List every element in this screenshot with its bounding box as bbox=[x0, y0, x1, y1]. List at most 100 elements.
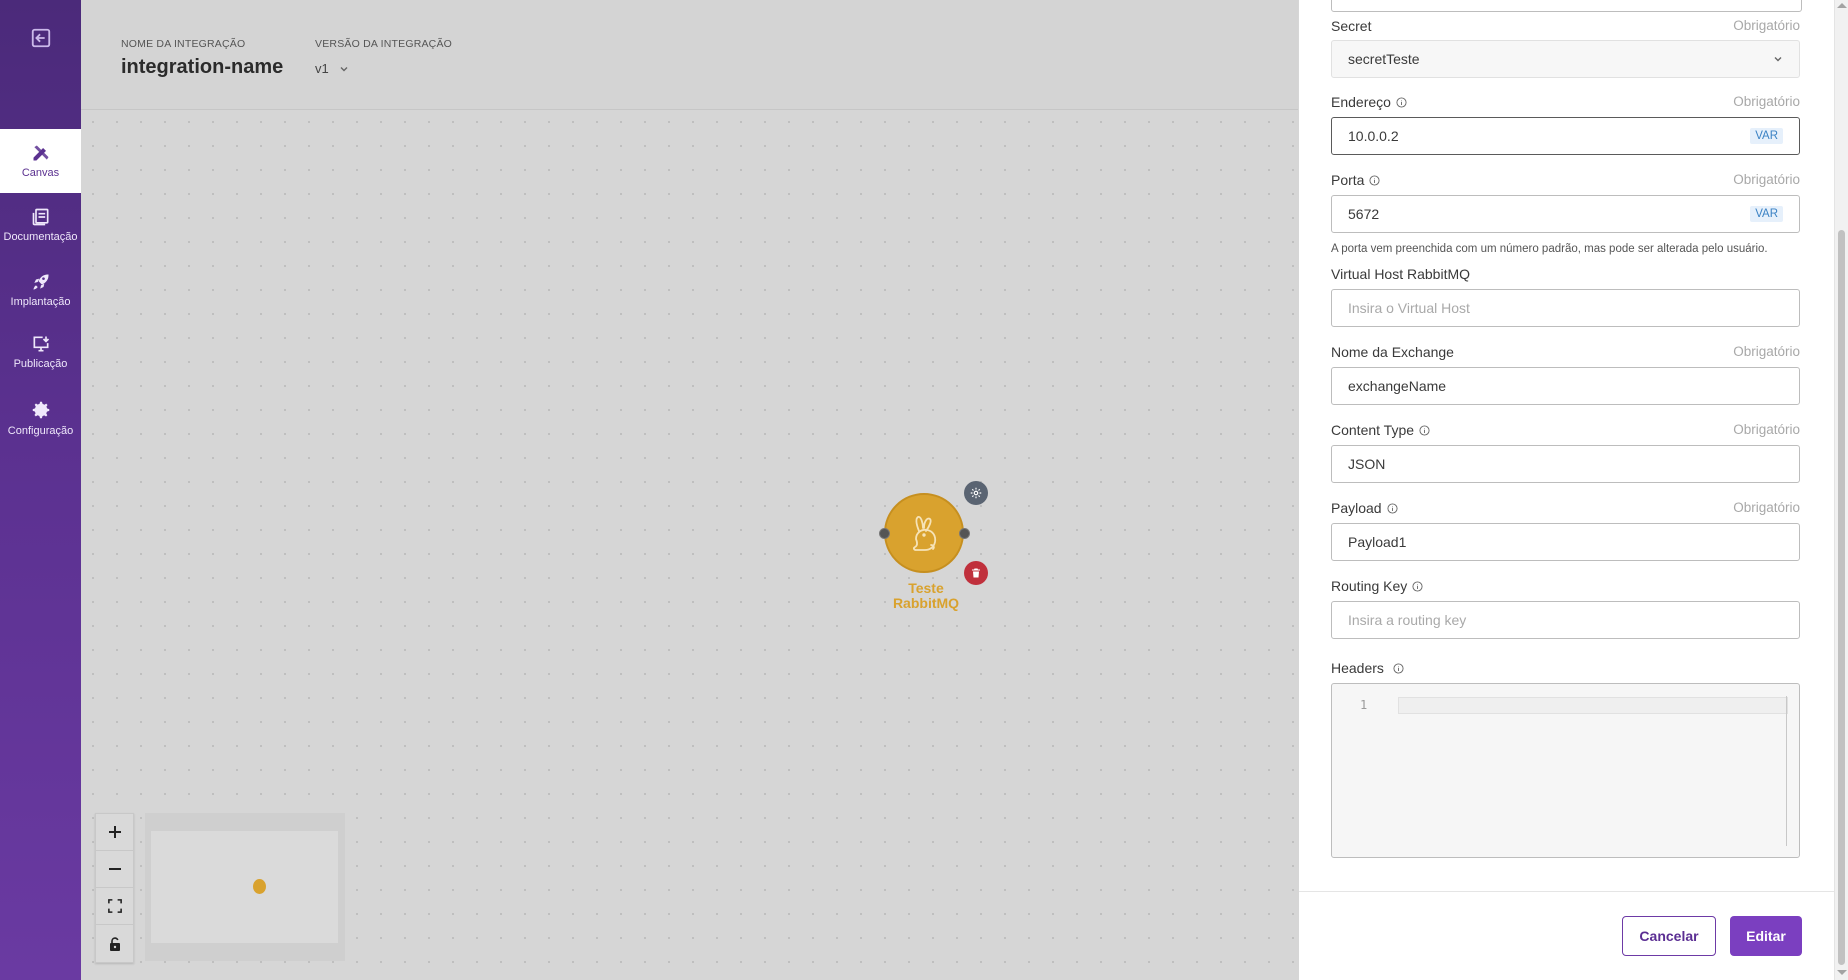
fit-view-button[interactable] bbox=[96, 888, 133, 925]
sidebar-item-label: Canvas bbox=[21, 167, 60, 179]
exit-button[interactable] bbox=[0, 0, 81, 75]
secret-required: Obrigatório bbox=[1733, 18, 1800, 33]
exchange-input[interactable]: exchangeName bbox=[1331, 367, 1800, 405]
payload-label: Payload bbox=[1331, 500, 1398, 516]
chevron-down-icon bbox=[340, 66, 348, 71]
secret-value: secretTeste bbox=[1348, 51, 1420, 67]
lock-button[interactable] bbox=[96, 925, 133, 962]
address-required: Obrigatório bbox=[1733, 94, 1800, 109]
routing-key-label: Routing Key bbox=[1331, 578, 1423, 594]
content-type-label: Content Type bbox=[1331, 422, 1430, 438]
scrollbar-thumb[interactable] bbox=[1838, 230, 1845, 965]
integration-name: integration-name bbox=[121, 56, 284, 78]
payload-value: Payload1 bbox=[1348, 534, 1407, 550]
integration-version-label: VERSÃO DA INTEGRAÇÃO bbox=[315, 38, 453, 50]
node-settings-button[interactable] bbox=[964, 481, 988, 505]
minimap-node bbox=[253, 879, 266, 894]
headers-label: Headers bbox=[1331, 660, 1404, 676]
content-type-required: Obrigatório bbox=[1733, 422, 1800, 437]
info-icon[interactable] bbox=[1387, 502, 1398, 514]
info-icon[interactable] bbox=[1412, 580, 1423, 592]
chevron-down-icon bbox=[1774, 57, 1782, 62]
rabbitmq-node[interactable] bbox=[884, 493, 964, 573]
trash-icon bbox=[972, 568, 980, 578]
sidebar-item-deploy[interactable]: Implantação bbox=[0, 258, 81, 322]
pen-ruler-icon bbox=[33, 145, 48, 161]
zoom-out-button[interactable] bbox=[96, 851, 133, 888]
port-input[interactable]: 5672 VAR bbox=[1331, 195, 1800, 233]
gear-icon bbox=[970, 487, 982, 499]
routing-key-placeholder: Insira a routing key bbox=[1348, 612, 1467, 628]
info-icon[interactable] bbox=[1419, 424, 1430, 436]
previous-field-input[interactable] bbox=[1331, 0, 1802, 12]
rabbit-icon bbox=[913, 516, 937, 551]
editor-scrollbar[interactable] bbox=[1786, 696, 1787, 846]
book-icon bbox=[32, 208, 48, 226]
headers-code-editor[interactable]: 1 bbox=[1331, 683, 1800, 858]
integration-header: NOME DA INTEGRAÇÃO integration-name VERS… bbox=[81, 0, 1298, 110]
content-type-value: JSON bbox=[1348, 456, 1386, 472]
plus-icon bbox=[108, 826, 121, 838]
exchange-required: Obrigatório bbox=[1733, 344, 1800, 359]
port-value: 5672 bbox=[1348, 206, 1380, 222]
scroll-down-arrow[interactable] bbox=[1837, 970, 1847, 975]
minimap-viewport bbox=[151, 831, 338, 943]
address-label: Endereço bbox=[1331, 94, 1407, 110]
port-required: Obrigatório bbox=[1733, 172, 1800, 187]
node-config-panel: Secret Obrigatório secretTeste Endereço … bbox=[1299, 0, 1834, 980]
variable-badge[interactable]: VAR bbox=[1750, 206, 1783, 222]
node-label-line1: Teste bbox=[908, 580, 944, 596]
info-icon[interactable] bbox=[1396, 96, 1407, 108]
zoom-controls bbox=[95, 813, 134, 963]
info-icon[interactable] bbox=[1393, 662, 1404, 674]
sidebar-item-publish[interactable]: Publicação bbox=[0, 320, 81, 384]
address-value: 10.0.0.2 bbox=[1348, 128, 1399, 144]
vhost-label: Virtual Host RabbitMQ bbox=[1331, 266, 1471, 282]
info-icon[interactable] bbox=[1369, 174, 1381, 186]
payload-input[interactable]: Payload1 bbox=[1331, 523, 1800, 561]
sidebar-item-label: Configuração bbox=[7, 425, 74, 437]
vhost-placeholder: Insira o Virtual Host bbox=[1348, 300, 1470, 316]
zoom-in-button[interactable] bbox=[96, 814, 133, 851]
exchange-label: Nome da Exchange bbox=[1331, 344, 1454, 360]
address-input[interactable]: 10.0.0.2 VAR bbox=[1331, 117, 1800, 155]
routing-key-input[interactable]: Insira a routing key bbox=[1331, 601, 1800, 639]
exit-icon bbox=[31, 28, 50, 47]
gear-icon bbox=[32, 401, 49, 419]
sidebar-item-settings[interactable]: Configuração bbox=[0, 386, 81, 450]
node-output-port[interactable] bbox=[959, 528, 970, 539]
fullscreen-icon bbox=[107, 899, 122, 913]
version-value: v1 bbox=[315, 61, 329, 76]
cancel-button[interactable]: Cancelar bbox=[1622, 916, 1716, 956]
editor-active-line[interactable] bbox=[1398, 697, 1788, 714]
minimap[interactable] bbox=[145, 813, 345, 961]
version-select[interactable]: v1 bbox=[315, 61, 349, 76]
scroll-up-arrow[interactable] bbox=[1837, 3, 1847, 8]
port-hint: A porta vem preenchida com um número pad… bbox=[1331, 243, 1768, 255]
node-label-line2: RabbitMQ bbox=[892, 595, 960, 611]
edit-button[interactable]: Editar bbox=[1730, 916, 1802, 956]
download-monitor-icon bbox=[33, 336, 49, 352]
unlock-icon bbox=[109, 936, 120, 951]
node-label: Teste RabbitMQ bbox=[870, 581, 982, 611]
sidebar-item-canvas[interactable]: Canvas bbox=[0, 129, 81, 193]
sidebar: Canvas Documentação Implantação Publicaç… bbox=[0, 0, 81, 980]
panel-scrollbar[interactable] bbox=[1834, 0, 1848, 980]
node-input-port[interactable] bbox=[879, 528, 890, 539]
sidebar-item-documentation[interactable]: Documentação bbox=[0, 193, 81, 257]
secret-label: Secret bbox=[1331, 18, 1372, 34]
sidebar-item-label: Implantação bbox=[10, 296, 71, 308]
footer-divider bbox=[1299, 891, 1834, 892]
rocket-icon bbox=[33, 274, 48, 290]
exchange-value: exchangeName bbox=[1348, 378, 1447, 394]
secret-select[interactable]: secretTeste bbox=[1331, 40, 1800, 78]
payload-required: Obrigatório bbox=[1733, 500, 1800, 515]
minus-icon bbox=[108, 868, 121, 870]
port-label: Porta bbox=[1331, 172, 1381, 188]
sidebar-item-label: Publicação bbox=[13, 358, 68, 370]
sidebar-item-label: Documentação bbox=[3, 231, 78, 243]
line-number: 1 bbox=[1360, 698, 1368, 712]
vhost-input[interactable]: Insira o Virtual Host bbox=[1331, 289, 1800, 327]
content-type-input[interactable]: JSON bbox=[1331, 445, 1800, 483]
variable-badge[interactable]: VAR bbox=[1750, 128, 1783, 144]
